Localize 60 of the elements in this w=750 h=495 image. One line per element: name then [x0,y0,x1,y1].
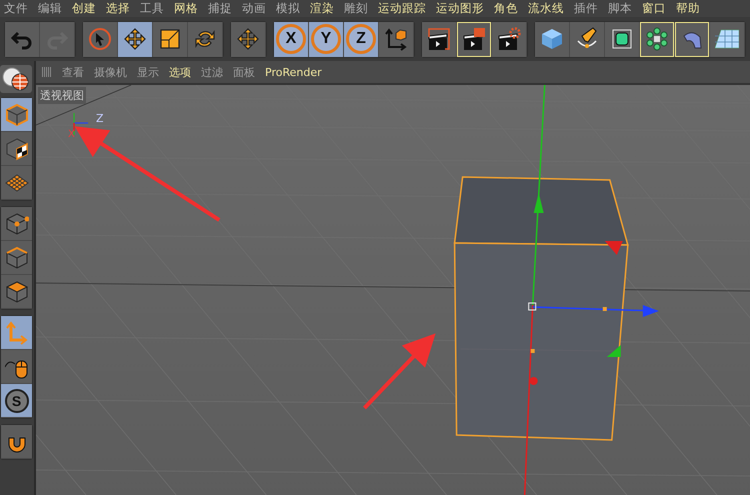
polygons-cube-icon [4,280,28,304]
axis-icon [4,320,28,344]
menu-item[interactable]: 插件 [574,1,598,16]
menu-item[interactable]: 文件 [4,1,28,16]
points-cube-icon [4,212,28,236]
tool-button[interactable] [457,22,492,56]
menu-item[interactable]: 角色 [494,1,518,16]
mode-button[interactable] [1,275,32,309]
viewport-title: 透视视图 [38,87,86,104]
cube-icon [540,27,564,51]
mode-button[interactable] [1,241,32,275]
menu-item[interactable]: 网格 [174,1,198,16]
texture-cube-icon [4,136,28,160]
menu-item[interactable]: 选择 [106,1,130,16]
menu-item[interactable]: 流水线 [528,1,564,16]
menu-item[interactable]: 脚本 [608,1,632,16]
mode-button[interactable]: S [1,384,32,418]
cloner-icon [645,27,669,51]
axis-label: X [68,129,75,140]
render-settings-icon [497,27,521,51]
mode-button[interactable] [1,132,32,166]
transform-icon [236,27,260,51]
axis-label: Z [96,112,104,125]
subdivision-cube-icon [610,27,634,51]
pen-icon [575,27,599,51]
select-icon [88,27,112,51]
menu-item[interactable]: 雕刻 [344,1,368,16]
menu-item[interactable]: 运动图形 [436,1,484,16]
render-view-icon [462,27,486,51]
mode-button[interactable] [1,350,32,384]
mode-button[interactable] [1,207,32,241]
menu-item[interactable]: 运动跟踪 [378,1,426,16]
menu-item[interactable]: 模拟 [276,1,300,16]
tool-button[interactable]: Z [344,22,379,56]
menu-item[interactable]: 创建 [72,1,96,16]
floor-grid-icon [715,27,739,51]
tool-button[interactable]: X [274,22,309,56]
model-cube-icon [4,102,28,126]
tool-button[interactable] [118,22,153,56]
tool-button[interactable]: Y [309,22,344,56]
tool-button[interactable] [640,22,675,56]
menu-item[interactable]: 编辑 [38,1,62,16]
coordinate-axes-icon [384,27,408,51]
origin-axes-drawing [73,112,89,136]
viewport-menu-item[interactable]: 选项 [169,64,191,80]
globe-icon[interactable] [0,65,32,93]
menu-item[interactable]: 动画 [242,1,266,16]
edges-cube-icon [4,246,28,270]
menu-item[interactable]: 渲染 [310,1,334,16]
grip-icon[interactable] [42,67,52,77]
menu-item[interactable]: 捕捉 [208,1,232,16]
viewport-menu-item[interactable]: ProRender [265,66,322,78]
menu-item[interactable]: 帮助 [676,1,700,16]
scale-icon [158,27,182,51]
tool-button[interactable] [422,22,457,56]
move-icon [123,27,147,51]
menu-item[interactable]: 窗口 [642,1,666,16]
render-region-icon [427,27,451,51]
menu-item[interactable]: 工具 [140,1,164,16]
tool-button[interactable] [675,22,710,56]
